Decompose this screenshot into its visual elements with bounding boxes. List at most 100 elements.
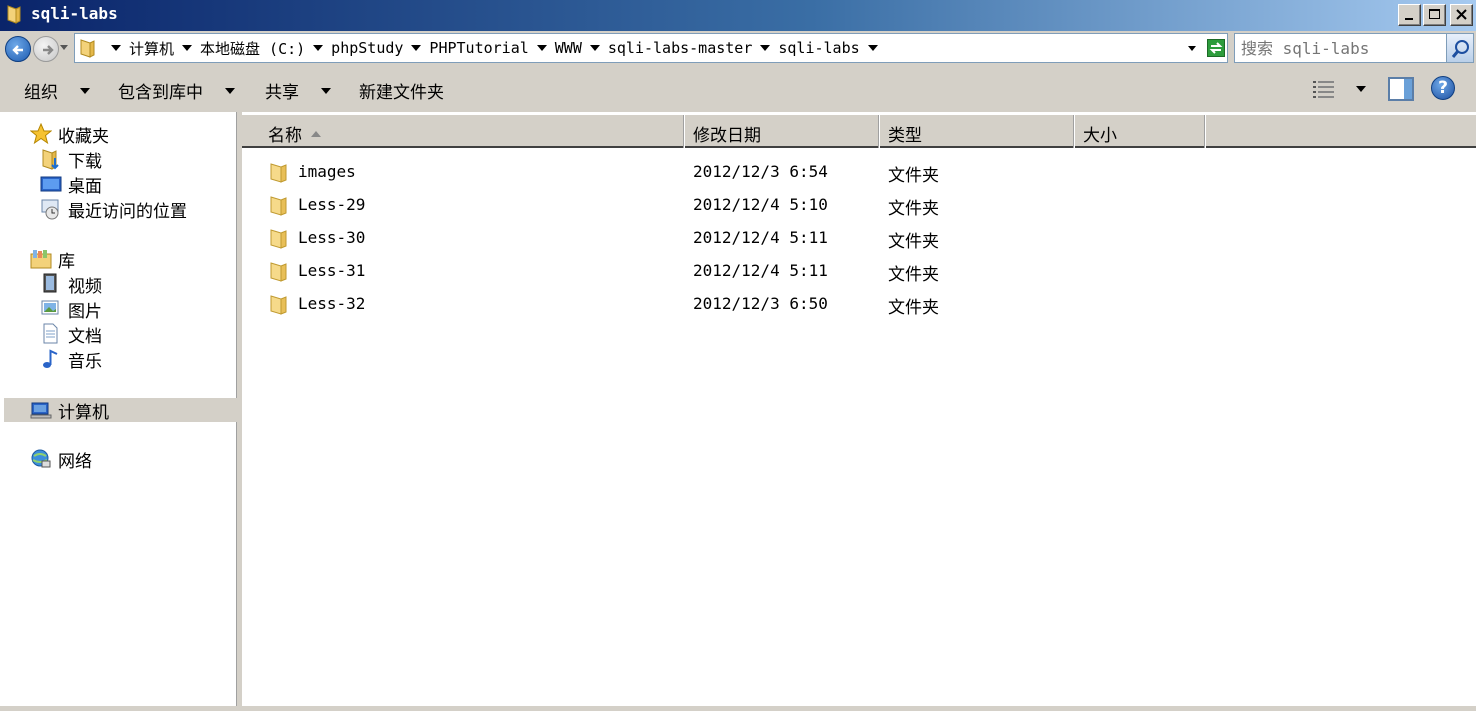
file-type: 文件夹	[888, 265, 939, 285]
column-header-type[interactable]: 类型	[879, 115, 1074, 148]
close-icon	[1456, 9, 1467, 20]
breadcrumb-sqli-labs[interactable]: sqli-labs	[776, 39, 861, 57]
nav-music-label: 音乐	[68, 351, 102, 372]
new-folder-button[interactable]: 新建文件夹	[359, 78, 444, 103]
minimize-button[interactable]	[1398, 4, 1421, 26]
chevron-down-icon[interactable]	[867, 45, 878, 51]
nav-favorites-label: 收藏夹	[58, 126, 109, 147]
nav-music[interactable]: 音乐	[40, 347, 102, 372]
breadcrumb: 计算机 本地磁盘 (C:) phpStudy PHPTutorial WWW s…	[75, 34, 884, 62]
chevron-down-icon[interactable]	[182, 45, 193, 51]
folder-icon	[270, 262, 287, 282]
file-modified: 2012/12/4 5:11	[693, 261, 828, 280]
star-icon	[30, 123, 52, 145]
address-bar[interactable]: 计算机 本地磁盘 (C:) phpStudy PHPTutorial WWW s…	[74, 33, 1228, 63]
folder-icon	[270, 229, 287, 249]
search-icon	[1451, 40, 1469, 58]
chevron-down-icon	[321, 87, 331, 94]
nav-recent-places-label: 最近访问的位置	[68, 201, 187, 222]
libraries-icon	[30, 250, 52, 269]
command-bar: 组织 包含到库中 共享 新建文件夹 ?	[0, 66, 1476, 112]
nav-favorites[interactable]: 收藏夹	[30, 122, 109, 147]
nav-network[interactable]: 网络	[30, 447, 92, 472]
help-icon[interactable]: ?	[1431, 76, 1455, 100]
refresh-button[interactable]	[1207, 39, 1225, 57]
forward-button[interactable]	[33, 36, 59, 62]
window-bottom-border	[0, 706, 1476, 711]
search-button[interactable]	[1446, 33, 1474, 63]
nav-recent-places[interactable]: 最近访问的位置	[40, 197, 187, 222]
nav-pictures[interactable]: 图片	[40, 297, 102, 322]
file-type: 文件夹	[888, 199, 939, 219]
back-button[interactable]	[5, 36, 31, 62]
chevron-down-icon[interactable]	[411, 45, 422, 51]
address-row: 计算机 本地磁盘 (C:) phpStudy PHPTutorial WWW s…	[0, 31, 1476, 65]
breadcrumb-phptutorial[interactable]: PHPTutorial	[427, 39, 530, 57]
file-type: 文件夹	[888, 166, 939, 186]
chevron-down-icon[interactable]	[760, 45, 771, 51]
nav-pictures-label: 图片	[68, 301, 102, 322]
folder-icon	[7, 5, 21, 24]
chevron-down-icon[interactable]	[589, 45, 600, 51]
breadcrumb-local-disk[interactable]: 本地磁盘 (C:)	[198, 38, 307, 59]
close-button[interactable]	[1450, 4, 1473, 26]
breadcrumb-phpstudy[interactable]: phpStudy	[329, 39, 405, 57]
column-header-modified[interactable]: 修改日期	[684, 115, 879, 148]
chevron-down-icon[interactable]	[536, 45, 547, 51]
recent-places-icon	[41, 199, 59, 220]
nav-computer-label: 计算机	[58, 402, 109, 423]
recent-pages-dropdown[interactable]	[60, 45, 68, 50]
computer-icon	[30, 402, 52, 419]
pictures-icon	[41, 300, 59, 315]
chevron-down-icon	[80, 87, 90, 94]
nav-documents[interactable]: 文档	[40, 322, 102, 347]
desktop-icon	[40, 176, 62, 192]
folder-icon	[80, 39, 95, 58]
share-button[interactable]: 共享	[265, 78, 331, 103]
chevron-down-icon	[225, 87, 235, 94]
file-name: images	[298, 162, 356, 181]
table-row[interactable]: Less-29 2012/12/4 5:10 文件夹	[242, 189, 1476, 222]
nav-desktop-label: 桌面	[68, 176, 102, 197]
folder-icon	[270, 196, 287, 216]
address-history-dropdown[interactable]	[1188, 46, 1196, 51]
table-row[interactable]: Less-32 2012/12/3 6:50 文件夹	[242, 288, 1476, 321]
column-header-size[interactable]: 大小	[1074, 115, 1205, 148]
file-list: 名称 修改日期 类型 大小 images 2012/12/3 6:54 文件夹 …	[242, 112, 1476, 706]
breadcrumb-sqli-labs-master[interactable]: sqli-labs-master	[606, 39, 755, 57]
folder-icon	[270, 295, 287, 315]
column-header-row: 名称 修改日期 类型 大小	[242, 115, 1476, 148]
table-row[interactable]: Less-31 2012/12/4 5:11 文件夹	[242, 255, 1476, 288]
sort-ascending-icon	[311, 131, 321, 137]
back-arrow-icon	[12, 45, 23, 55]
column-header-name[interactable]: 名称	[242, 115, 684, 148]
nav-libraries[interactable]: 库	[30, 247, 75, 272]
include-in-library-button[interactable]: 包含到库中	[118, 78, 235, 103]
file-modified: 2012/12/3 6:54	[693, 162, 828, 181]
nav-computer[interactable]: 计算机	[4, 398, 237, 423]
organize-button[interactable]: 组织	[24, 78, 90, 103]
search-box[interactable]	[1234, 33, 1474, 63]
nav-downloads[interactable]: 下载	[40, 147, 102, 172]
nav-libraries-label: 库	[58, 251, 75, 272]
include-in-library-label: 包含到库中	[118, 83, 203, 103]
title-bar[interactable]: sqli-labs	[0, 0, 1476, 31]
view-details-icon[interactable]	[1312, 78, 1336, 100]
maximize-button[interactable]	[1423, 4, 1446, 26]
minimize-icon	[1405, 18, 1413, 20]
nav-videos[interactable]: 视频	[40, 272, 102, 297]
breadcrumb-computer[interactable]: 计算机	[127, 38, 176, 59]
nav-desktop[interactable]: 桌面	[40, 172, 102, 197]
table-row[interactable]: images 2012/12/3 6:54 文件夹	[242, 156, 1476, 189]
file-name: Less-31	[298, 261, 366, 280]
chevron-down-icon[interactable]	[313, 45, 324, 51]
forward-arrow-icon	[43, 45, 54, 55]
share-label: 共享	[265, 83, 299, 103]
preview-pane-icon[interactable]	[1388, 77, 1414, 101]
table-row[interactable]: Less-30 2012/12/4 5:11 文件夹	[242, 222, 1476, 255]
column-name-label: 名称	[268, 126, 302, 146]
view-options-dropdown[interactable]	[1356, 86, 1366, 92]
search-input[interactable]	[1241, 37, 1441, 59]
chevron-down-icon[interactable]	[111, 45, 121, 51]
breadcrumb-www[interactable]: WWW	[553, 39, 584, 57]
